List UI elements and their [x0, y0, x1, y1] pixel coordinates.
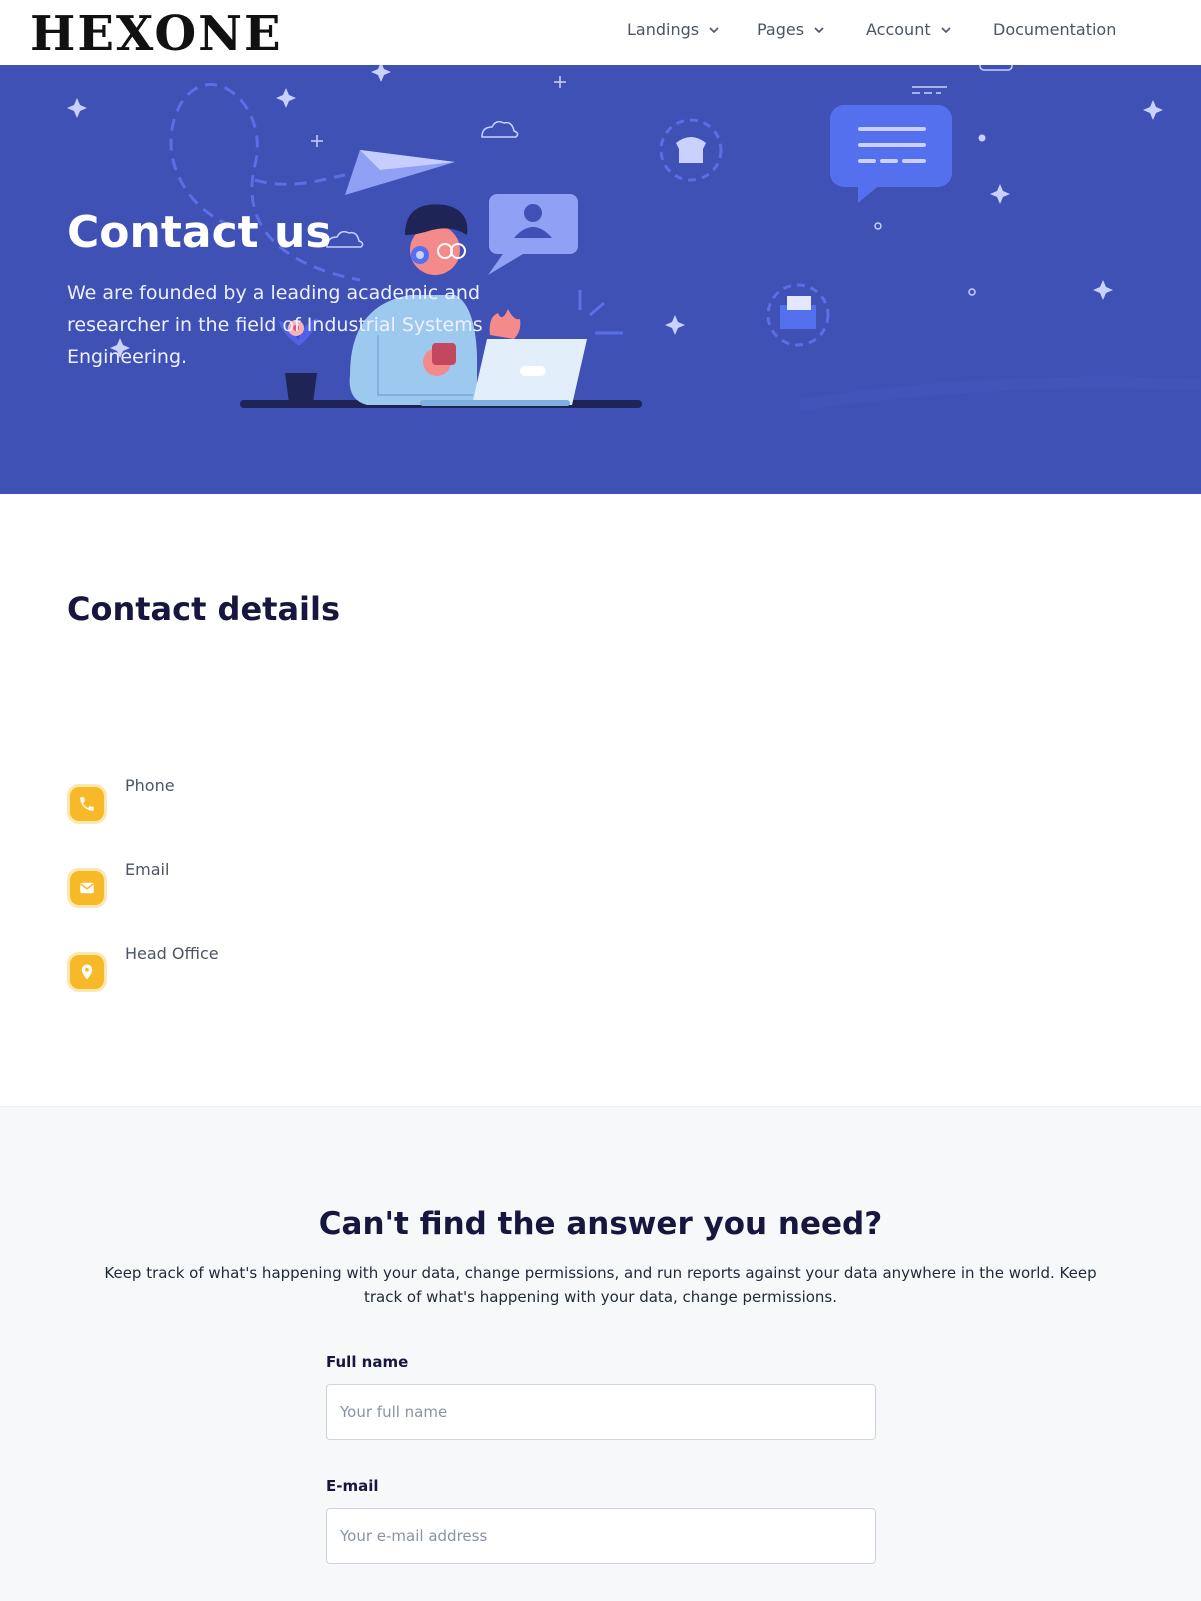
hero-banner: Contact us We are founded by a leading a… [0, 65, 1201, 494]
brand-logo[interactable]: HEXONE [30, 8, 283, 60]
hero-subtitle: We are founded by a leading academic and… [67, 282, 483, 368]
email-label: E-mail [326, 1477, 379, 1495]
help-text: Keep track of what's happening with your… [104, 1264, 1097, 1306]
nav-documentation[interactable]: Documentation [993, 20, 1116, 39]
chevron-down-icon [709, 26, 719, 33]
full-name-label: Full name [326, 1353, 409, 1371]
nav-landings[interactable]: Landings [627, 20, 719, 39]
help-title: Can't find the answer you need? [318, 1206, 883, 1242]
envelope-icon [67, 868, 107, 908]
top-navbar: HEXONE Landings Pages Account Documentat… [0, 0, 1201, 65]
page-title: Contact us [67, 207, 332, 258]
map-panel[interactable] [601, 494, 1201, 1118]
contact-label-email: Email [125, 860, 170, 879]
chevron-down-icon [941, 26, 951, 33]
nav-account-label: Account [866, 20, 931, 39]
contact-item-email[interactable]: Email [67, 860, 169, 908]
nav-account[interactable]: Account [866, 20, 951, 39]
contact-item-head-office[interactable]: Head Office [67, 944, 219, 992]
email-input[interactable] [326, 1508, 876, 1564]
contact-label-head-office: Head Office [125, 944, 219, 963]
full-name-input[interactable] [326, 1384, 876, 1440]
help-section: Can't find the answer you need? Keep tra… [0, 1106, 1201, 1601]
map-pin-icon [67, 952, 107, 992]
nav-documentation-label: Documentation [993, 20, 1117, 39]
contact-details-title: Contact details [67, 590, 341, 628]
chevron-down-icon [814, 26, 824, 33]
contact-label-phone: Phone [125, 776, 175, 795]
nav-landings-label: Landings [627, 20, 700, 39]
nav-pages[interactable]: Pages [757, 20, 824, 39]
contact-item-phone[interactable]: Phone [67, 776, 175, 824]
nav-pages-label: Pages [757, 20, 805, 39]
phone-icon [67, 784, 107, 824]
